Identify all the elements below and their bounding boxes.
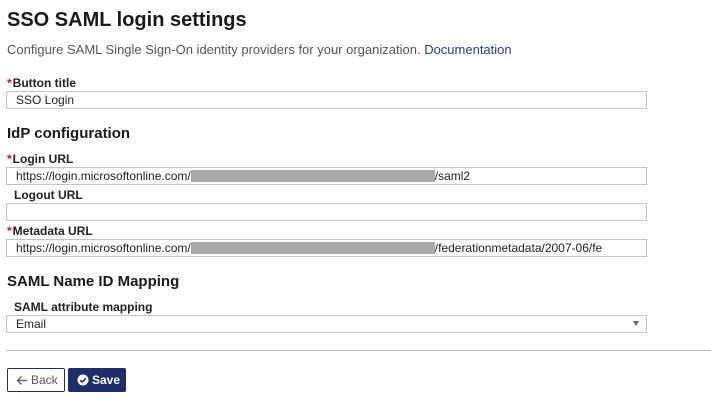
- metadata-url-suffix: /federationmetadata/2007-06/fe: [434, 241, 603, 255]
- login-url-label: *Login URL: [7, 152, 73, 166]
- logout-url-label: Logout URL: [7, 188, 83, 202]
- save-button[interactable]: Save: [68, 368, 126, 392]
- saml-attribute-mapping-select[interactable]: Email: [6, 315, 647, 333]
- saml-attribute-mapping-label-text: SAML attribute mapping: [14, 300, 153, 314]
- redacted-tenant-id: [190, 170, 435, 182]
- button-title-label-text: Button title: [12, 76, 76, 90]
- check-circle-icon: [77, 371, 89, 393]
- required-asterisk: *: [7, 76, 12, 90]
- arrow-left-icon: [16, 371, 28, 393]
- idp-configuration-heading: IdP configuration: [7, 125, 131, 142]
- login-url-label-text: Login URL: [12, 152, 74, 166]
- login-url-prefix: https://login.microsoftonline.com/: [16, 169, 191, 183]
- back-button[interactable]: Back: [7, 368, 65, 392]
- saml-attribute-mapping-label: SAML attribute mapping: [7, 300, 152, 314]
- login-url-suffix: /saml2: [434, 169, 471, 183]
- metadata-url-label: *Metadata URL: [7, 224, 93, 238]
- divider: [6, 350, 711, 351]
- button-title-label: *Button title: [7, 76, 76, 90]
- page-title: SSO SAML login settings: [7, 9, 247, 31]
- login-url-input[interactable]: https://login.microsoftonline.com/ /saml2: [6, 167, 647, 185]
- required-asterisk: *: [7, 152, 12, 166]
- save-button-label: Save: [92, 373, 121, 387]
- logout-url-label-text: Logout URL: [14, 188, 83, 202]
- chevron-down-icon: [633, 321, 639, 326]
- saml-name-id-mapping-heading: SAML Name ID Mapping: [7, 273, 180, 290]
- button-title-input[interactable]: SSO Login: [6, 91, 647, 109]
- back-button-label: Back: [31, 373, 58, 387]
- metadata-url-label-text: Metadata URL: [12, 224, 93, 238]
- metadata-url-input[interactable]: https://login.microsoftonline.com/ /feder…: [6, 239, 647, 257]
- logout-url-input[interactable]: [6, 203, 647, 221]
- documentation-link[interactable]: Documentation: [424, 42, 511, 57]
- selected-mapping-value: Email: [16, 317, 47, 331]
- button-title-value: SSO Login: [16, 93, 75, 107]
- metadata-url-prefix: https://login.microsoftonline.com/: [16, 241, 191, 255]
- page-description: Configure SAML Single Sign-On identity p…: [7, 42, 512, 58]
- redacted-tenant-id: [190, 242, 435, 254]
- required-asterisk: *: [7, 224, 12, 238]
- description-text: Configure SAML Single Sign-On identity p…: [7, 42, 421, 57]
